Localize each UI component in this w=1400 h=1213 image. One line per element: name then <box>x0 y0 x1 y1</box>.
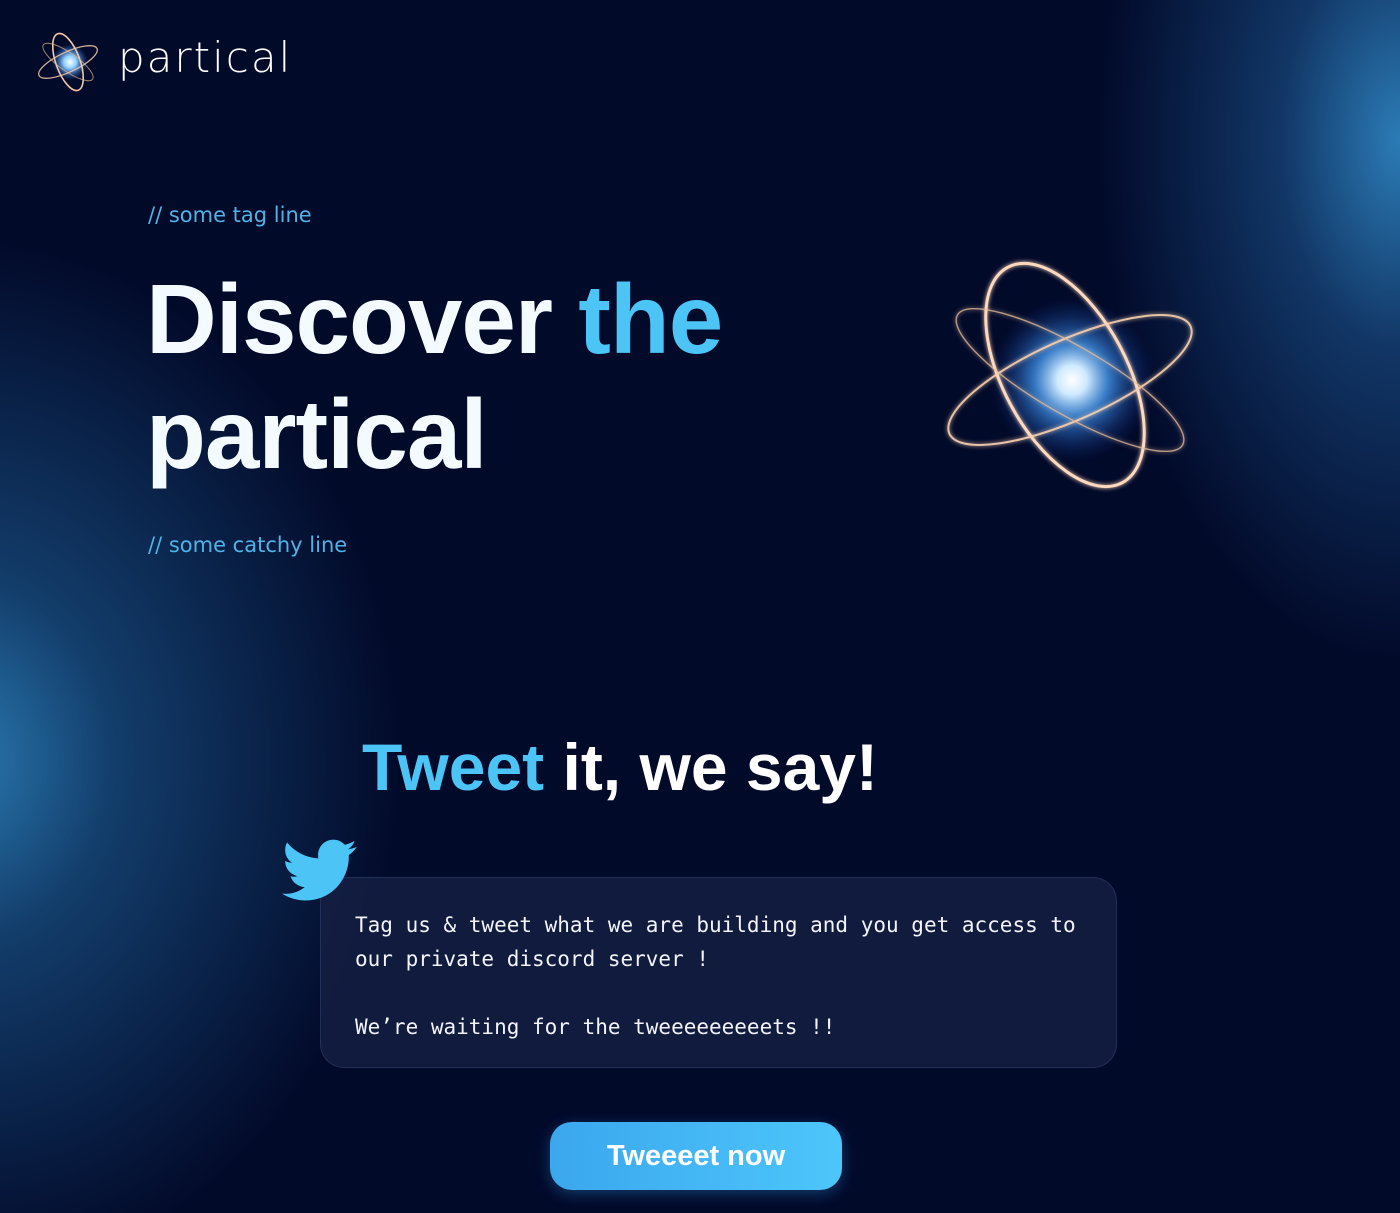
brand-name[interactable]: partical <box>118 32 292 84</box>
tweet-heading-accent: Tweet <box>362 730 545 804</box>
logo-atom-icon[interactable] <box>30 26 106 96</box>
atom-illustration-icon <box>920 240 1210 510</box>
tweet-now-button[interactable]: Tweeeet now <box>550 1122 842 1190</box>
hero-title-part1: Discover <box>146 264 579 374</box>
tagline: // some tag line <box>148 203 312 227</box>
tweet-card-text-1: Tag us & tweet what we are building and … <box>355 913 1076 971</box>
tweet-heading: Tweet it, we say! <box>362 722 878 812</box>
catchy-line: // some catchy line <box>148 533 348 557</box>
hero-title-accent: the <box>578 264 723 374</box>
twitter-icon <box>282 838 358 904</box>
hero-title: Discover the partical <box>146 262 906 492</box>
tweet-heading-rest: it, we say! <box>544 730 878 804</box>
tweet-info-card: Tag us & tweet what we are building and … <box>320 877 1117 1068</box>
hero-title-part2: partical <box>146 379 488 489</box>
tweet-card-text-2: We’re waiting for the tweeeeeeeeets !! <box>355 1015 836 1039</box>
